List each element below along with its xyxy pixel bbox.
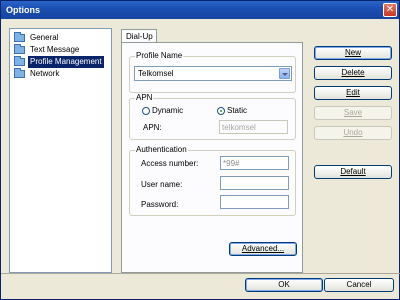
cancel-button[interactable]: Cancel [324, 278, 394, 292]
default-button[interactable]: Default [314, 165, 392, 179]
cancel-button-label: Cancel [346, 280, 372, 289]
apn-label: APN: [143, 123, 162, 132]
tree-item-label: Profile Management [28, 56, 104, 68]
folder-icon [14, 32, 25, 42]
chevron-down-icon[interactable] [279, 68, 290, 79]
folder-icon [14, 68, 25, 78]
profile-name-select[interactable]: Telkomsel [134, 66, 292, 81]
access-number-label: Access number: [141, 159, 199, 168]
password-label: Password: [141, 200, 179, 209]
window-title: Options [6, 5, 40, 15]
apn-field[interactable]: telkomsel [219, 120, 288, 134]
profile-name-value: Telkomsel [138, 69, 174, 78]
user-name-field[interactable] [220, 176, 289, 190]
tree-item-network[interactable]: Network [14, 68, 61, 80]
ok-button[interactable]: OK [245, 278, 323, 292]
tree-item-text-message[interactable]: Text Message [14, 44, 81, 56]
advanced-button[interactable]: Advanced... [229, 242, 297, 256]
authentication-legend: Authentication [135, 145, 188, 154]
edit-button[interactable]: Edit [314, 86, 392, 100]
footer-divider [1, 273, 400, 274]
tab-dial-up[interactable]: Dial-Up [121, 29, 157, 43]
tree-item-label: Network [30, 69, 60, 78]
default-button-label: Default [340, 167, 366, 176]
tree-item-label: General [30, 33, 59, 42]
new-button-label: New [344, 48, 361, 57]
title-bar: Options ✕ [1, 1, 399, 19]
user-name-label: User name: [141, 180, 183, 189]
tree-item-general[interactable]: General [14, 32, 60, 44]
save-button[interactable]: Save [314, 106, 392, 120]
profile-name-legend: Profile Name [135, 51, 184, 60]
delete-button[interactable]: Delete [314, 66, 392, 80]
apn-legend: APN [135, 93, 154, 102]
folder-open-icon [14, 56, 25, 66]
new-button[interactable]: New [314, 46, 392, 60]
undo-button[interactable]: Undo [314, 126, 392, 140]
apn-group: APN Dynamic Static APN: telkomsel [129, 93, 296, 140]
close-icon[interactable]: ✕ [383, 3, 397, 17]
dynamic-radio[interactable] [142, 107, 150, 115]
access-number-field[interactable]: *99# [220, 156, 289, 170]
static-label: Static [227, 106, 248, 115]
dynamic-label: Dynamic [152, 106, 184, 115]
undo-button-label: Undo [343, 128, 363, 137]
tree-item-profile-management[interactable]: Profile Management [14, 56, 104, 68]
ok-button-label: OK [278, 280, 290, 289]
options-window: Options ✕ General Text Message Profile M… [0, 0, 400, 300]
static-radio[interactable] [217, 107, 225, 115]
folder-icon [14, 44, 25, 54]
password-field[interactable] [220, 195, 289, 209]
tree-item-label: Text Message [30, 45, 80, 54]
options-tree: General Text Message Profile Management … [9, 28, 112, 273]
edit-button-label: Edit [346, 88, 360, 97]
save-button-label: Save [343, 108, 363, 117]
profile-name-group: Profile Name Telkomsel [129, 51, 296, 93]
delete-button-label: Delete [341, 68, 365, 77]
dial-up-panel: Profile Name Telkomsel APN Dynamic Stati… [121, 42, 303, 273]
advanced-button-label: Advanced... [241, 244, 285, 253]
authentication-group: Authentication Access number: *99# User … [129, 145, 296, 216]
